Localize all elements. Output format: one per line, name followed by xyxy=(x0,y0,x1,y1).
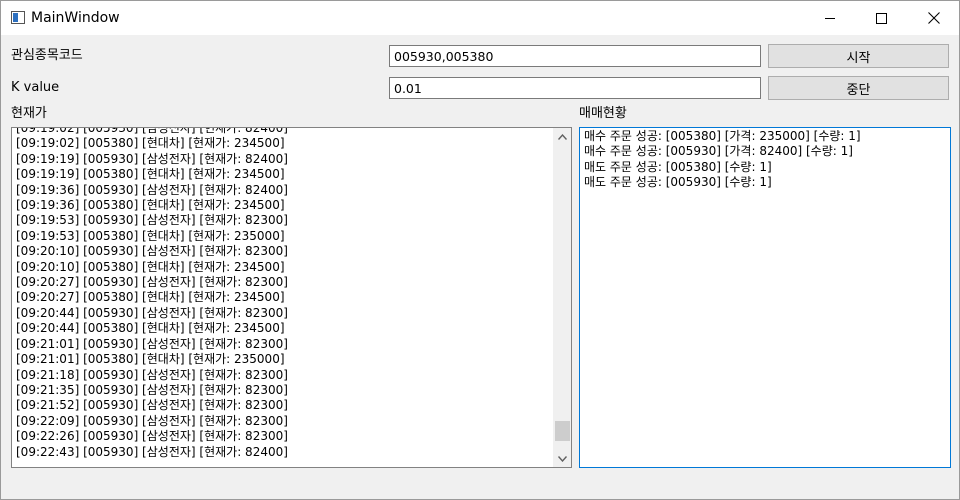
price-list-item[interactable]: [09:19:19] [005380] [현대차] [현재가: 234500] xyxy=(16,167,551,182)
price-list-item[interactable]: [09:20:27] [005380] [현대차] [현재가: 234500] xyxy=(16,290,551,305)
price-list-item[interactable]: [09:19:02] [005930] [삼성전자] [현재가: 82400] xyxy=(16,128,551,136)
close-button[interactable] xyxy=(911,1,957,35)
price-list-item[interactable]: [09:22:43] [005930] [삼성전자] [현재가: 82400] xyxy=(16,445,551,460)
window-title: MainWindow xyxy=(31,10,120,26)
price-list-item[interactable]: [09:21:35] [005930] [삼성전자] [현재가: 82300] xyxy=(16,383,551,398)
maximize-icon xyxy=(875,12,887,24)
minimize-button[interactable] xyxy=(807,1,853,35)
scroll-up-button[interactable] xyxy=(554,128,571,145)
app-icon xyxy=(11,11,25,24)
chevron-down-icon xyxy=(558,455,567,462)
stock-code-label: 관심종목코드 xyxy=(11,48,83,63)
k-value-label: K value xyxy=(11,80,60,95)
price-list-item[interactable]: [09:20:10] [005380] [현대차] [현재가: 234500] xyxy=(16,260,551,275)
trade-list-item[interactable]: 매수 주문 성공: [005380] [가격: 235000] [수량: 1] xyxy=(584,129,946,144)
trade-list[interactable]: 매수 주문 성공: [005380] [가격: 235000] [수량: 1] 매… xyxy=(579,127,951,468)
price-list-item[interactable]: [09:21:01] [005380] [현대차] [현재가: 235000] xyxy=(16,352,551,367)
price-list-item[interactable]: [09:21:01] [005930] [삼성전자] [현재가: 82300] xyxy=(16,337,551,352)
title-bar[interactable]: MainWindow xyxy=(1,1,959,35)
price-list-item[interactable]: [09:19:53] [005930] [삼성전자] [현재가: 82300] xyxy=(16,213,551,228)
main-window: MainWindow 관심종목코드 시작 K value 중단 현재가 매매현황… xyxy=(0,0,960,500)
trade-lines: 매수 주문 성공: [005380] [가격: 235000] [수량: 1] 매… xyxy=(584,129,946,191)
price-list-item[interactable]: [09:19:53] [005380] [현대차] [현재가: 235000] xyxy=(16,229,551,244)
price-list[interactable]: [09:19:02] [005930] [삼성전자] [현재가: 82400][… xyxy=(11,127,572,468)
k-value-input[interactable] xyxy=(389,77,761,99)
price-list-item[interactable]: [09:22:09] [005930] [삼성전자] [현재가: 82300] xyxy=(16,414,551,429)
trade-panel-title: 매매현황 xyxy=(579,106,627,121)
maximize-button[interactable] xyxy=(858,1,904,35)
price-list-item[interactable]: [09:19:02] [005380] [현대차] [현재가: 234500] xyxy=(16,136,551,151)
scroll-thumb[interactable] xyxy=(555,421,570,442)
price-list-item[interactable]: [09:21:52] [005930] [삼성전자] [현재가: 82300] xyxy=(16,398,551,413)
close-icon xyxy=(928,12,940,24)
chevron-up-icon xyxy=(558,133,567,140)
price-list-item[interactable]: [09:22:26] [005930] [삼성전자] [현재가: 82300] xyxy=(16,429,551,444)
trade-list-item[interactable]: 매도 주문 성공: [005380] [수량: 1] xyxy=(584,160,946,175)
trade-list-item[interactable]: 매도 주문 성공: [005930] [수량: 1] xyxy=(584,175,946,190)
price-list-item[interactable]: [09:20:44] [005380] [현대차] [현재가: 234500] xyxy=(16,321,551,336)
trade-list-item[interactable]: 매수 주문 성공: [005930] [가격: 82400] [수량: 1] xyxy=(584,144,946,159)
stop-button[interactable]: 중단 xyxy=(768,76,949,100)
price-list-item[interactable]: [09:19:36] [005930] [삼성전자] [현재가: 82400] xyxy=(16,183,551,198)
price-list-item[interactable]: [09:19:19] [005930] [삼성전자] [현재가: 82400] xyxy=(16,152,551,167)
price-list-item[interactable]: [09:21:18] [005930] [삼성전자] [현재가: 82300] xyxy=(16,368,551,383)
price-list-item[interactable]: [09:20:10] [005930] [삼성전자] [현재가: 82300] xyxy=(16,244,551,259)
price-list-scrollbar[interactable] xyxy=(553,128,571,467)
minimize-icon xyxy=(825,18,835,19)
scroll-down-button[interactable] xyxy=(554,450,571,467)
price-list-item[interactable]: [09:19:36] [005380] [현대차] [현재가: 234500] xyxy=(16,198,551,213)
price-list-item[interactable]: [09:20:27] [005930] [삼성전자] [현재가: 82300] xyxy=(16,275,551,290)
stock-code-input[interactable] xyxy=(389,45,761,67)
price-lines: [09:19:02] [005930] [삼성전자] [현재가: 82400][… xyxy=(16,128,551,460)
price-list-item[interactable]: [09:20:44] [005930] [삼성전자] [현재가: 82300] xyxy=(16,306,551,321)
price-panel-title: 현재가 xyxy=(11,106,47,121)
start-button[interactable]: 시작 xyxy=(768,44,949,68)
